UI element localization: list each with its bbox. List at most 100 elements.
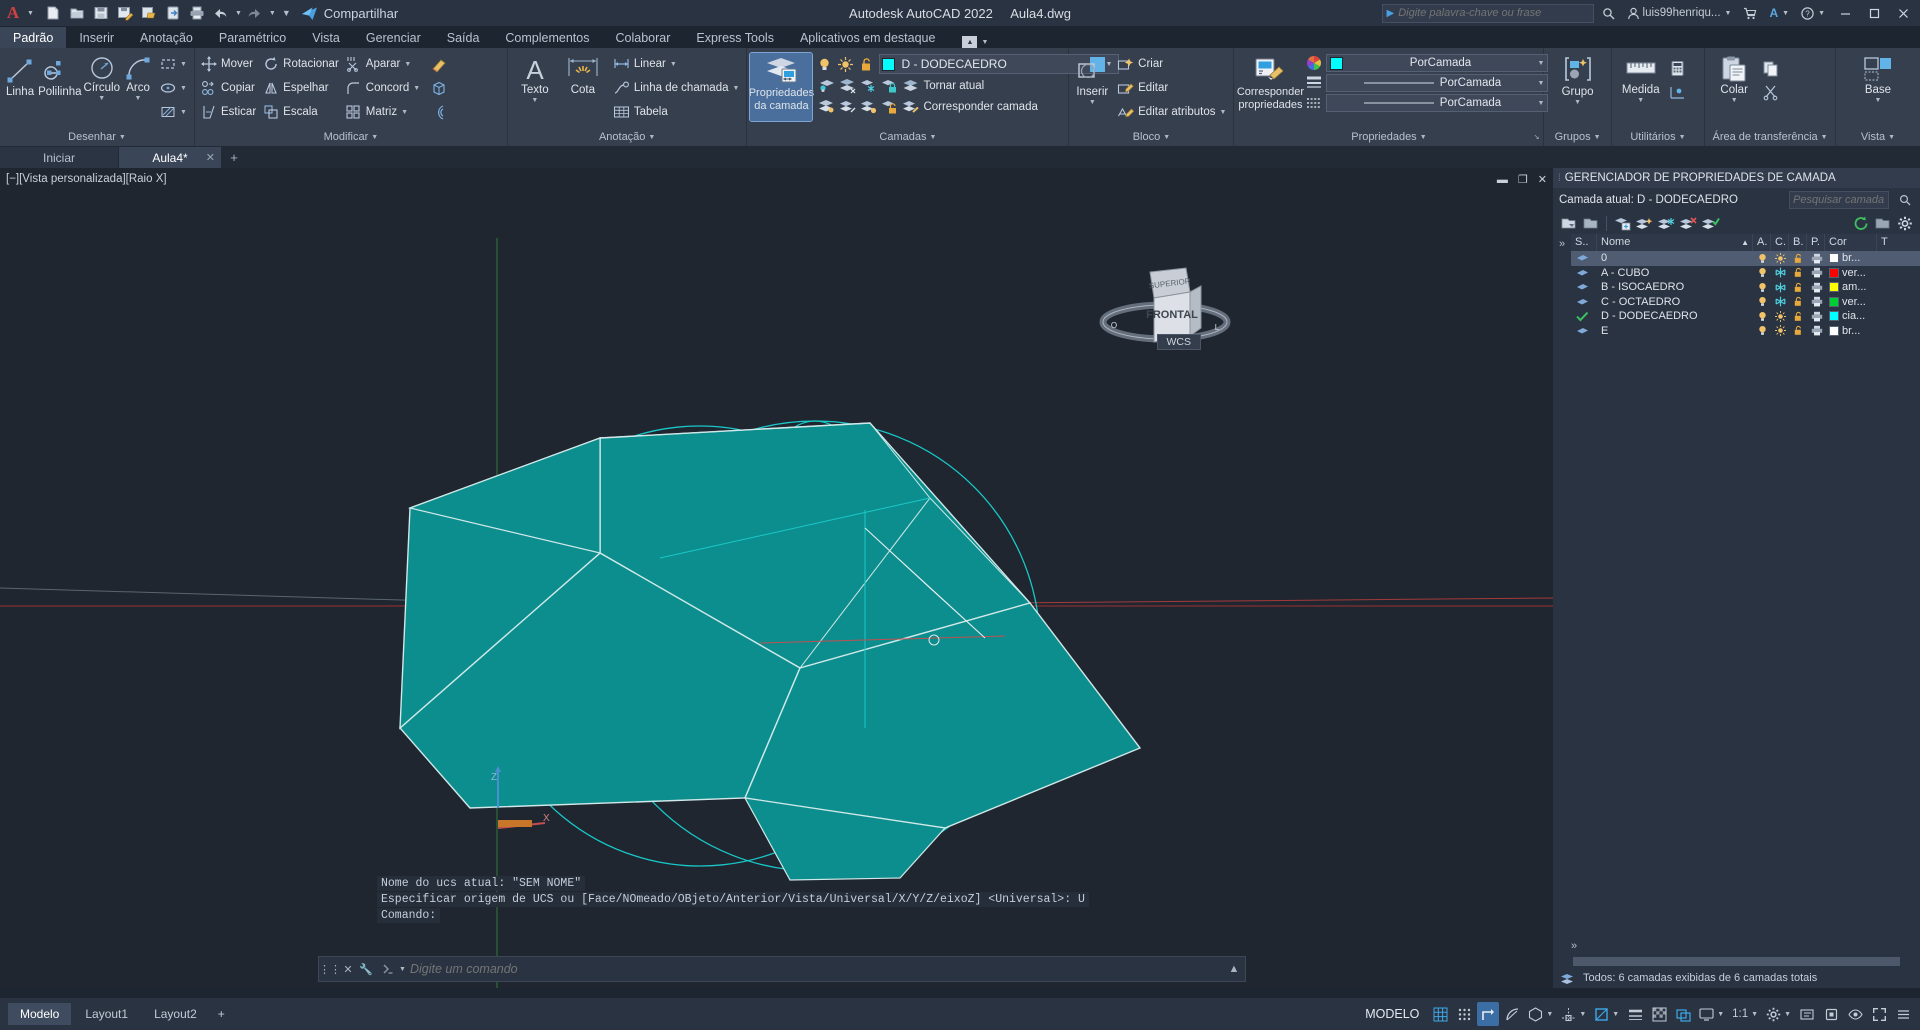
command-mode-dropdown-icon[interactable]: ▼ [399,966,406,973]
object-color-combo[interactable]: PorCamada ▼ [1326,54,1549,72]
osnap-dropdown-icon[interactable]: ▼ [1612,1011,1619,1018]
row-status[interactable] [1571,309,1597,324]
layout-tab-layout2[interactable]: Layout2 [142,1003,209,1025]
tab-gerenciar[interactable]: Gerenciar [353,27,434,48]
row-plot[interactable] [1807,324,1825,339]
annotation-text-button[interactable]: A Texto ▼ [511,52,559,107]
row-lock[interactable] [1789,309,1807,324]
block-edit-attributes-dropdown-icon[interactable]: ▼ [1220,109,1227,116]
tab-aplicativos-destaque[interactable]: Aplicativos em destaque [787,27,949,48]
panel-vista-expand-icon[interactable]: ▼ [1888,129,1895,146]
block-create-button[interactable]: Criar [1115,52,1230,76]
user-account-button[interactable]: luis99henriqu... ▼ [1623,2,1736,24]
a360-dropdown-icon[interactable]: ▼ [1782,10,1789,17]
annotation-linear-button[interactable]: Linear ▼ [611,52,744,76]
refresh-icon[interactable] [1851,214,1870,233]
row-color[interactable]: ver... [1825,295,1877,310]
wcs-label[interactable]: WCS [1156,334,1201,350]
row-color[interactable]: ver... [1825,266,1877,281]
tab-colaborar[interactable]: Colaborar [602,27,683,48]
draw-rectangle-button[interactable]: ▼ [157,52,191,76]
cloud-save-icon[interactable] [162,2,184,24]
row-plot[interactable] [1807,266,1825,281]
command-line[interactable]: ⋮⋮ ✕ 🔧 ▼ ▲ [318,956,1246,982]
annotation-text-dropdown-icon[interactable]: ▼ [531,97,538,104]
modify-fillet-dropdown-icon[interactable]: ▼ [413,85,420,92]
table-row[interactable]: A - CUBO ver... [1571,266,1920,281]
row-freeze[interactable] [1771,280,1789,295]
annotation-monitor-dropdown-icon[interactable]: ▼ [1717,1011,1724,1018]
tab-saida[interactable]: Saída [434,27,493,48]
settings-icon[interactable] [1895,214,1914,233]
row-plot[interactable] [1807,309,1825,324]
new-file-icon[interactable] [42,2,64,24]
panel-utilitarios-expand-icon[interactable]: ▼ [1679,129,1686,146]
block-edit-button[interactable]: Editar [1115,76,1230,100]
layer-filter-icon[interactable] [1873,214,1892,233]
table-row[interactable]: E br... [1571,324,1920,339]
draw-arc-button[interactable]: Arco ▼ [121,52,155,105]
utility-locate-point-button[interactable] [1667,80,1690,104]
row-on[interactable] [1753,266,1771,281]
paste-dropdown-icon[interactable]: ▼ [1731,97,1738,104]
row-name[interactable]: D - DODECAEDRO [1597,309,1753,324]
row-name[interactable]: 0 [1597,251,1753,266]
transparency-icon[interactable] [1648,1002,1670,1026]
modify-array-dropdown-icon[interactable]: ▼ [401,109,408,116]
row-status[interactable] [1571,280,1597,295]
modify-trim-button[interactable]: Aparar ▼ [343,52,424,76]
layer-manager-grip-icon[interactable]: ⁞ [1558,173,1561,184]
table-row[interactable]: B - ISOCAEDRO am... [1571,280,1920,295]
new-layer-icon[interactable] [1635,214,1654,233]
object-lineweight-dropdown-icon[interactable]: ▼ [1538,80,1545,87]
row-linetype[interactable] [1877,266,1891,281]
panel-area-transferencia-expand-icon[interactable]: ▼ [1821,129,1828,146]
row-linetype[interactable] [1877,309,1891,324]
col-plot[interactable]: P. [1807,234,1825,251]
measure-dropdown-icon[interactable]: ▼ [1637,97,1644,104]
autodesk-app-store-button[interactable] [1739,2,1761,24]
draw-circle-dropdown-icon[interactable]: ▼ [98,95,105,102]
row-on[interactable] [1753,295,1771,310]
redo-icon[interactable] [244,2,266,24]
modify-move-button[interactable]: Mover [198,52,260,76]
row-linetype[interactable] [1877,295,1891,310]
row-name[interactable]: A - CUBO [1597,266,1753,281]
command-input[interactable] [409,962,1223,976]
hardware-acceleration-icon[interactable] [1820,1002,1842,1026]
new-layer-frozen-icon[interactable] [1657,214,1676,233]
isometric-dropdown-icon[interactable]: ▼ [1546,1011,1553,1018]
isometric-draft-icon[interactable]: ▼ [1525,1002,1556,1026]
workspace-switching-icon[interactable]: ▼ [1763,1002,1794,1026]
row-color[interactable]: am... [1825,280,1877,295]
layer-list[interactable]: S.. Nome ▲ A. C. B. P. Cor T 0 br... A -… [1571,234,1920,938]
table-row[interactable]: C - OCTAEDRO ver... [1571,295,1920,310]
share-button[interactable]: Compartilhar [301,6,398,21]
draw-rectangle-dropdown-icon[interactable]: ▼ [180,61,187,68]
draw-hatch-button[interactable]: ▼ [157,100,191,124]
col-on[interactable]: A. [1753,234,1771,251]
modify-rotate-button[interactable]: Rotacionar [260,52,343,76]
tab-complementos[interactable]: Complementos [492,27,602,48]
layer-search-box[interactable] [1789,191,1889,209]
new-property-filter-icon[interactable] [1559,214,1578,233]
selection-cycling-icon[interactable] [1672,1002,1694,1026]
layer-list-horizontal-scrollbar[interactable] [1553,954,1920,968]
panel-camadas-expand-icon[interactable]: ▼ [930,129,937,146]
object-snap-tracking-icon[interactable]: ▼ [1558,1002,1589,1026]
redo-dropdown-icon[interactable]: ▼ [269,10,276,17]
modify-solid-edit-button[interactable] [428,76,451,100]
draw-arc-dropdown-icon[interactable]: ▼ [135,95,142,102]
row-freeze[interactable] [1771,309,1789,324]
layout-tab-layout1[interactable]: Layout1 [73,1003,140,1025]
row-lock[interactable] [1789,295,1807,310]
modify-offset-button[interactable] [428,100,451,124]
cut-clip-button[interactable] [1760,80,1783,104]
annotation-table-button[interactable]: Tabela [611,100,744,124]
user-dropdown-icon[interactable]: ▼ [1725,10,1732,17]
set-current-icon[interactable] [1701,214,1720,233]
row-status[interactable] [1571,324,1597,339]
drawing-viewport[interactable]: [−][Vista personalizada][Raio X] ▬ ❐ ✕ Z… [0,168,1553,988]
row-lock[interactable] [1789,251,1807,266]
help-button[interactable]: ? ▼ [1797,2,1829,24]
